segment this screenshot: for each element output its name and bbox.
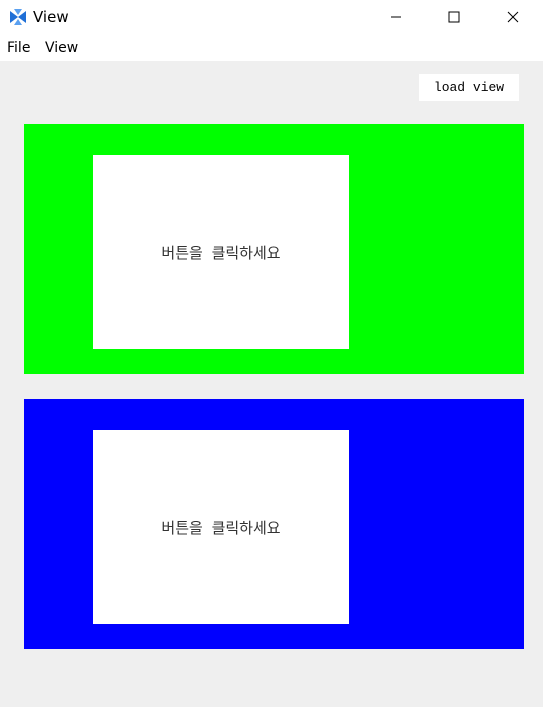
- minimize-button[interactable]: [373, 0, 419, 34]
- menu-bar: File View: [0, 34, 543, 61]
- close-button[interactable]: [490, 0, 536, 34]
- menu-view[interactable]: View: [45, 40, 78, 56]
- green-panel: 버튼을 클릭하세요: [24, 124, 524, 374]
- maximize-icon: [448, 8, 460, 27]
- app-logo-icon: [8, 7, 28, 27]
- load-view-button[interactable]: load view: [419, 74, 519, 101]
- window-title: View: [33, 8, 69, 26]
- menu-file[interactable]: File: [7, 40, 30, 56]
- title-bar: View: [0, 0, 543, 34]
- green-panel-label: 버튼을 클릭하세요: [161, 243, 281, 262]
- main-content: load view 버튼을 클릭하세요 버튼을 클릭하세요: [0, 61, 543, 707]
- blue-panel: 버튼을 클릭하세요: [24, 399, 524, 649]
- maximize-button[interactable]: [431, 0, 477, 34]
- close-icon: [507, 8, 519, 27]
- minimize-icon: [390, 8, 402, 27]
- blue-panel-label: 버튼을 클릭하세요: [161, 518, 281, 537]
- green-panel-view: 버튼을 클릭하세요: [93, 155, 349, 349]
- blue-panel-view: 버튼을 클릭하세요: [93, 430, 349, 624]
